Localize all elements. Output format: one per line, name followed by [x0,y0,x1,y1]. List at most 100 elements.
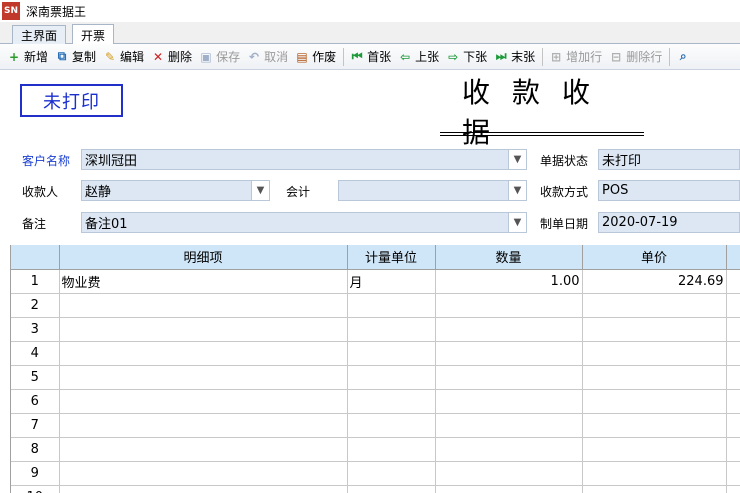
toolbar-separator [542,47,544,66]
cell-item[interactable] [59,341,348,366]
table-row[interactable]: 9 [11,461,740,486]
cell-price[interactable] [582,365,727,390]
add-row-button[interactable]: ⊞ 增加行 [546,46,606,68]
cell-price[interactable] [582,461,727,486]
tab-invoice[interactable]: 开票 [72,24,115,45]
delete-row-button[interactable]: ⊟ 删除行 [606,46,666,68]
title-bar: SN 深南票据王 [0,0,740,22]
cell-item[interactable] [59,413,348,438]
table-row[interactable]: 1 物业费 月 1.00 224.69 [11,269,740,294]
receipt-form: 未打印 收款收据 客户名称 深圳冠田 ▼ 单据状态 未打印 收款人 赵静 ▼ 会… [0,70,740,245]
save-button[interactable]: ▣ 保存 [196,46,244,68]
payee-select[interactable]: 赵静 ▼ [81,180,270,201]
status-label: 单据状态 [540,153,589,168]
add-button[interactable]: + 新增 [4,46,52,68]
cell-quantity[interactable] [435,461,583,486]
cell-item[interactable] [59,437,348,462]
cell-quantity[interactable] [435,413,583,438]
cell-item[interactable] [59,293,348,318]
cell-price[interactable] [582,389,727,414]
cell-filler [726,365,740,390]
first-icon: ⏮ [351,49,363,63]
cell-unit[interactable]: 月 [347,269,436,294]
cell-item[interactable]: 物业费 [59,269,348,294]
table-row[interactable]: 6 [11,389,740,414]
last-icon: ⏭ [495,49,507,63]
cell-item[interactable] [59,485,348,493]
cell-quantity[interactable] [435,341,583,366]
date-label: 制单日期 [540,216,589,231]
table-row[interactable]: 4 [11,341,740,366]
delete-icon: ✕ [153,49,164,64]
payment-method-select[interactable]: POS [598,180,740,201]
table-header-row: 明细项 计量单位 数量 单价 [11,245,740,270]
status-field[interactable]: 未打印 [598,149,740,170]
cell-quantity[interactable] [435,293,583,318]
cell-unit[interactable] [347,437,436,462]
table-row[interactable]: 8 [11,437,740,462]
column-header-unit[interactable]: 计量单位 [347,245,436,270]
last-button[interactable]: ⏭ 末张 [491,46,539,68]
void-button-label: 作废 [312,50,337,64]
cell-unit[interactable] [347,317,436,342]
add-row-button-label: 增加行 [566,50,603,64]
accountant-select[interactable]: ▼ [338,180,527,201]
cell-price[interactable] [582,341,727,366]
cell-filler [726,293,740,318]
table-row[interactable]: 10 [11,485,740,493]
cancel-button[interactable]: ↶ 取消 [244,46,292,68]
cell-unit[interactable] [347,389,436,414]
cell-unit[interactable] [347,293,436,318]
copy-button[interactable]: ⧉ 复制 [52,46,100,68]
first-button[interactable]: ⏮ 首张 [347,46,395,68]
chevron-down-icon[interactable]: ▼ [508,213,526,232]
chevron-down-icon[interactable]: ▼ [508,181,526,200]
cell-price[interactable] [582,293,727,318]
cell-quantity[interactable]: 1.00 [435,269,583,294]
customer-select[interactable]: 深圳冠田 ▼ [81,149,527,170]
cell-price[interactable] [582,485,727,493]
table-row[interactable]: 2 [11,293,740,318]
cell-unit[interactable] [347,365,436,390]
preview-button[interactable]: ⌕ [673,46,697,68]
column-header-quantity[interactable]: 数量 [435,245,583,270]
cell-unit[interactable] [347,461,436,486]
column-header-filler [726,245,740,270]
title-underline [440,135,644,136]
next-button[interactable]: ⇨ 下张 [443,46,491,68]
delete-button[interactable]: ✕ 删除 [148,46,196,68]
cell-item[interactable] [59,389,348,414]
prev-button[interactable]: ⇦ 上张 [395,46,443,68]
column-header-item[interactable]: 明细项 [59,245,348,270]
cell-price[interactable] [582,413,727,438]
void-button[interactable]: ▤ 作废 [292,46,340,68]
cell-price[interactable] [582,317,727,342]
table-row[interactable]: 5 [11,365,740,390]
toolbar-separator [669,47,671,66]
cell-item[interactable] [59,461,348,486]
edit-button[interactable]: ✎ 编辑 [100,46,148,68]
cell-quantity[interactable] [435,437,583,462]
table-row[interactable]: 3 [11,317,740,342]
cell-quantity[interactable] [435,365,583,390]
cell-quantity[interactable] [435,389,583,414]
cell-quantity[interactable] [435,317,583,342]
remark-select[interactable]: 备注01 ▼ [81,212,527,233]
table-row[interactable]: 7 [11,413,740,438]
app-logo-icon: SN [2,2,20,20]
cell-unit[interactable] [347,341,436,366]
copy-icon: ⧉ [57,49,67,63]
cell-unit[interactable] [347,413,436,438]
next-button-label: 下张 [463,50,488,64]
column-header-price[interactable]: 单价 [582,245,727,270]
date-field[interactable]: 2020-07-19 [598,212,740,233]
cell-quantity[interactable] [435,485,583,493]
cell-price[interactable]: 224.69 [582,269,727,294]
chevron-down-icon[interactable]: ▼ [251,181,269,200]
tab-main[interactable]: 主界面 [12,25,67,44]
cell-unit[interactable] [347,485,436,493]
chevron-down-icon[interactable]: ▼ [508,150,526,169]
cell-item[interactable] [59,317,348,342]
cell-price[interactable] [582,437,727,462]
cell-item[interactable] [59,365,348,390]
